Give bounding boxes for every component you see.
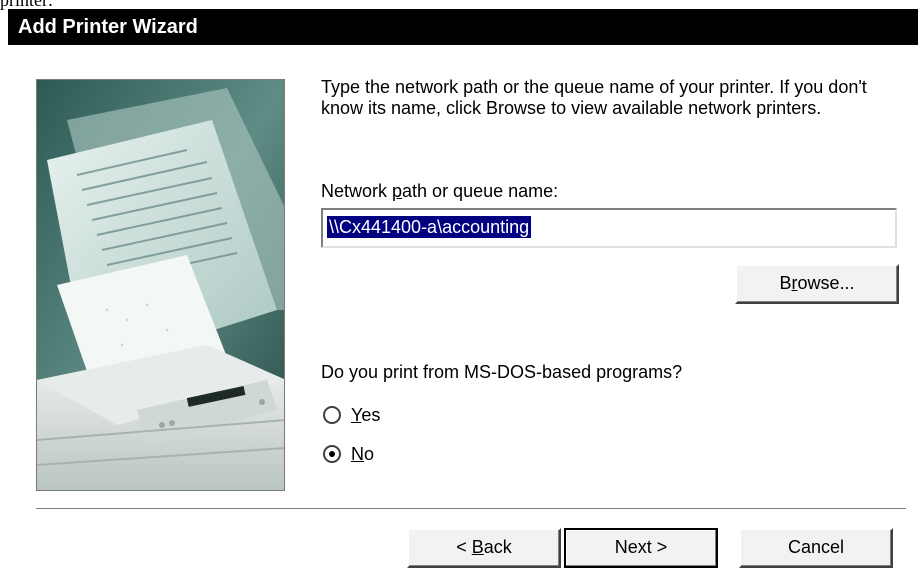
- window-title: Add Printer Wizard: [18, 16, 198, 38]
- radio-selected-dot: [329, 451, 335, 457]
- network-path-value: \\Cx441400-a\accounting: [327, 216, 532, 238]
- label-text-part: ath or queue name:: [402, 181, 559, 201]
- browse-button[interactable]: Browse...: [735, 264, 899, 304]
- radio-yes[interactable]: Yes: [323, 403, 380, 427]
- page-text-fragment: printer:: [0, 0, 53, 10]
- printer-illustration: [36, 79, 285, 491]
- button-text-part: B: [779, 273, 792, 293]
- button-separator: [36, 508, 906, 510]
- radio-mnemonic: Y: [351, 404, 362, 425]
- radio-text-part: es: [361, 404, 381, 425]
- radio-yes-label[interactable]: Yes: [351, 405, 380, 426]
- label-text-part: Network: [321, 181, 393, 201]
- title-bar[interactable]: Add Printer Wizard: [8, 9, 918, 45]
- radio-mnemonic: N: [351, 443, 364, 464]
- wizard-body: Type the network path or the queue name …: [8, 45, 918, 588]
- add-printer-wizard-window: Add Printer Wizard Type the network path…: [8, 9, 918, 588]
- radio-no-button[interactable]: [323, 445, 341, 463]
- cancel-button[interactable]: Cancel: [739, 528, 893, 568]
- radio-no[interactable]: No: [323, 442, 374, 466]
- button-text-part: <: [456, 537, 472, 557]
- instructions-text: Type the network path or the queue name …: [321, 77, 867, 118]
- network-path-label: Network path or queue name:: [321, 181, 558, 202]
- back-button[interactable]: < Back: [407, 528, 561, 568]
- button-text-part: owse...: [797, 273, 855, 293]
- radio-text-part: o: [364, 443, 375, 464]
- radio-yes-button[interactable]: [323, 406, 341, 424]
- label-mnemonic: p: [392, 181, 403, 201]
- network-path-input[interactable]: \\Cx441400-a\accounting: [321, 208, 897, 248]
- next-button[interactable]: Next >: [564, 528, 718, 568]
- dos-question-text: Do you print from MS-DOS-based programs?: [321, 362, 683, 382]
- button-text-part: ack: [483, 537, 512, 557]
- wizard-content: Type the network path or the queue name …: [321, 77, 911, 464]
- radio-no-label[interactable]: No: [351, 444, 374, 465]
- button-mnemonic: B: [471, 537, 484, 557]
